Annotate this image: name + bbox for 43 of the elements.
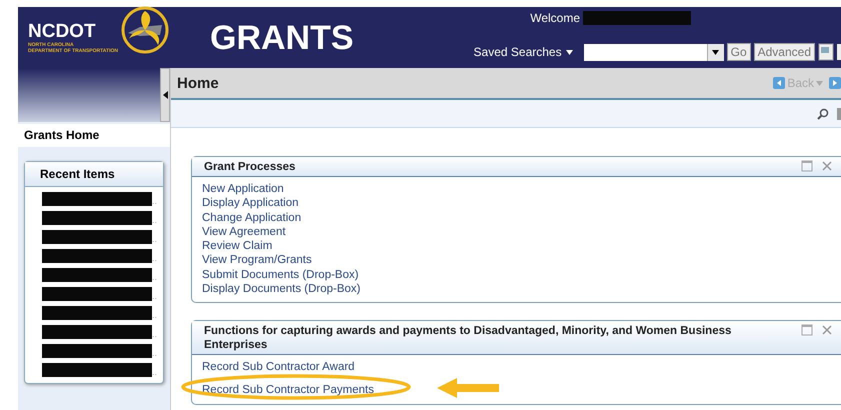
collapse-arrow-icon[interactable] [162,91,168,99]
ellipsis: .. [152,253,158,263]
caret-icon[interactable] [712,50,720,54]
forward-icon[interactable] [829,77,841,89]
process-link[interactable]: Record Sub Contractor Award [202,360,355,375]
welcome-label: Welcome [530,11,580,25]
panel-title: Recent Items [25,162,163,187]
caret-icon[interactable] [566,50,573,54]
page-title: Home [177,74,219,92]
logo-name: NCDOT [28,22,97,42]
arrow-icon [437,378,499,398]
collapse-handle[interactable] [160,68,170,122]
panel-title: Functions for capturing awards and payments to Disadvantaged, Minority, and Women Business Enterprises [204,324,732,352]
ellipsis: .. [152,329,158,339]
ellipsis: .. [152,272,158,282]
window-icon[interactable] [818,43,834,61]
sidebar-item[interactable]: Grants Home [18,124,170,147]
ellipsis: .. [152,348,158,358]
app-title: GRANTS [210,19,354,59]
ellipsis: .. [152,196,158,206]
ellipsis: .. [152,310,158,320]
process-link[interactable]: Display Documents (Drop-Box) [202,282,360,296]
close-icon[interactable] [821,160,833,172]
search-field[interactable] [584,44,724,60]
ellipsis: .. [152,234,158,244]
go-button[interactable]: Go [726,43,751,61]
ellipsis: .. [152,367,158,377]
process-link[interactable]: Change Application [202,210,302,225]
process-link[interactable]: Review Claim [202,239,272,254]
process-link[interactable]: View Agreement [202,224,286,240]
ellipsis: .. [152,215,158,225]
search-icon[interactable] [817,108,829,120]
saved-searches-menu[interactable]: Saved Searches [474,45,573,59]
advanced-button[interactable]: Advanced [754,43,815,61]
back-icon[interactable] [773,77,786,89]
ellipsis: .. [152,291,158,301]
process-link[interactable]: Display Application [202,196,299,211]
window-icon[interactable] [837,43,841,61]
process-link[interactable]: View Program/Grants [202,253,312,268]
process-link[interactable]: New Application [202,182,284,196]
process-link[interactable]: Submit Documents (Drop-Box) [202,268,359,282]
close-icon[interactable] [821,324,833,336]
panel-title: Grant Processes [204,160,296,174]
